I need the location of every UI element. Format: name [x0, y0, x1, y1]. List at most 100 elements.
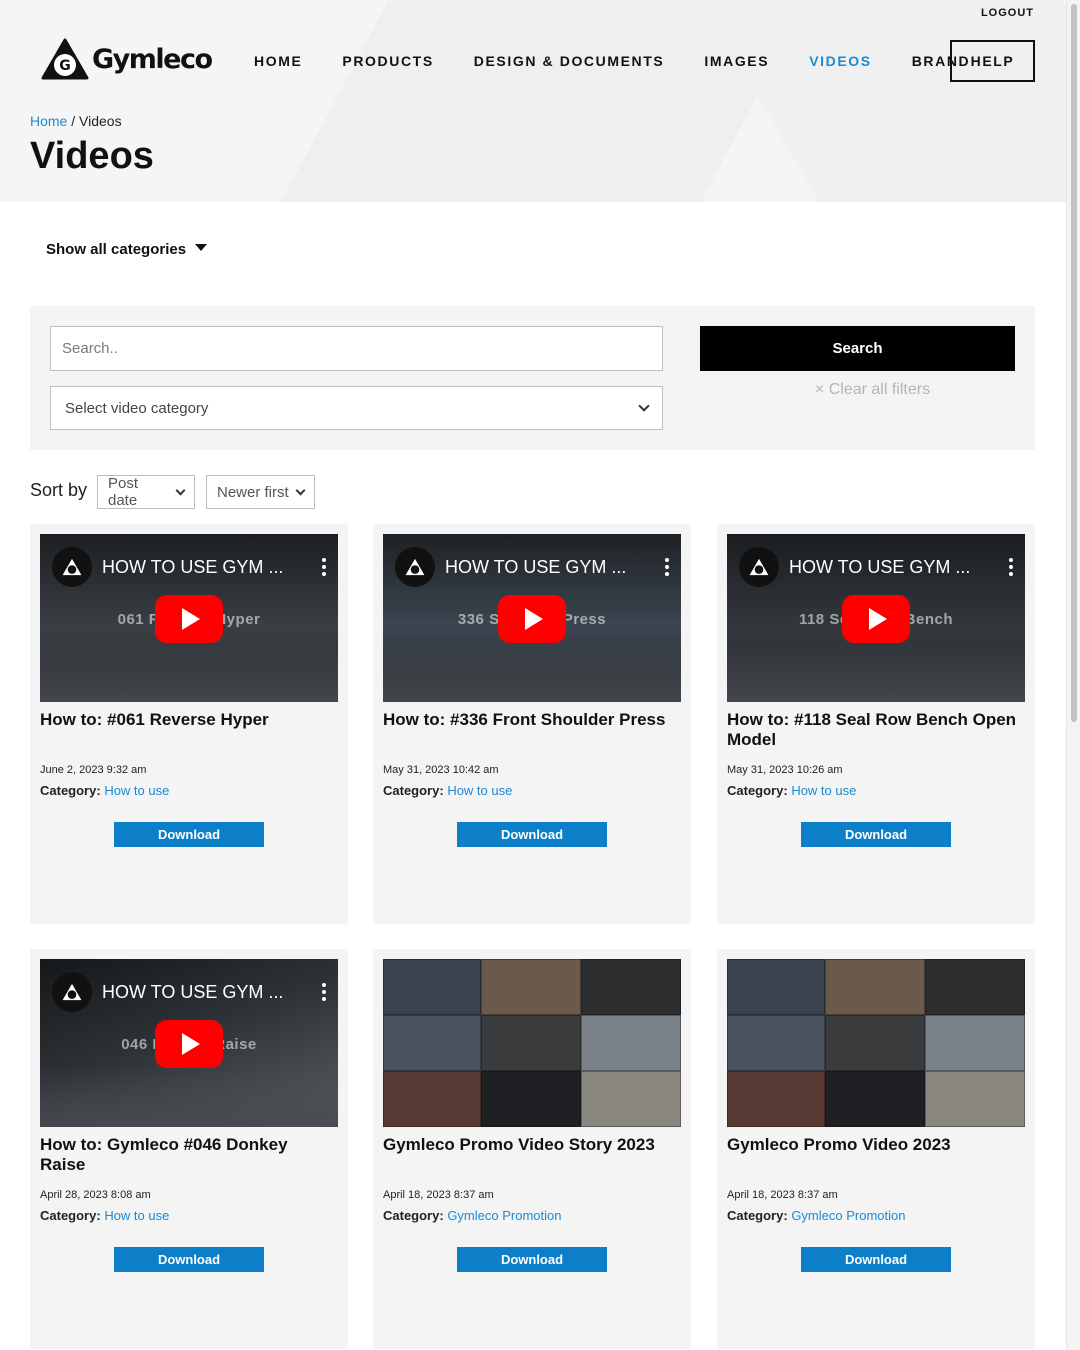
breadcrumb-current: Videos [79, 113, 122, 129]
card-title[interactable]: How to: #061 Reverse Hyper [40, 710, 335, 730]
video-thumbnail[interactable]: 061 Reverse Hyper HOW TO USE GYM ... [40, 534, 338, 702]
page-scrollbar[interactable] [1066, 0, 1080, 1350]
sort-order-value: Newer first [217, 483, 289, 501]
categories-toggle-label: Show all categories [46, 241, 187, 258]
thumbnail-collage [727, 959, 1025, 1127]
nav-design-documents[interactable]: DESIGN & DOCUMENTS [474, 53, 665, 69]
category-link[interactable]: How to use [791, 783, 856, 798]
categories-toggle[interactable]: Show all categories [46, 241, 208, 258]
download-button[interactable]: Download [801, 1247, 951, 1272]
card-category: Category: How to use [727, 783, 856, 798]
video-title-bar: HOW TO USE GYM ... [52, 972, 326, 1012]
channel-avatar[interactable] [739, 547, 779, 587]
download-button[interactable]: Download [457, 1247, 607, 1272]
download-button[interactable]: Download [457, 822, 607, 847]
breadcrumb-home-link[interactable]: Home [30, 113, 67, 129]
video-title-bar: HOW TO USE GYM ... [395, 547, 669, 587]
chevron-down-icon [295, 485, 306, 495]
youtube-play-icon[interactable] [155, 595, 223, 643]
video-card: Gymleco Promo Video 2023 April 18, 2023 … [717, 949, 1035, 1349]
card-category: Category: How to use [40, 783, 169, 798]
video-thumbnail[interactable] [727, 959, 1025, 1127]
card-date: April 28, 2023 8:08 am [40, 1189, 151, 1201]
video-category-select[interactable]: Select video category [50, 386, 663, 430]
thumbnail-floor [40, 1067, 338, 1127]
card-category: Category: Gymleco Promotion [727, 1208, 905, 1223]
logo-mark-icon: G [41, 38, 89, 80]
logout-link[interactable]: LOGOUT [981, 7, 1034, 19]
more-vert-icon[interactable] [322, 558, 326, 576]
category-link[interactable]: How to use [447, 783, 512, 798]
video-title-bar: HOW TO USE GYM ... [52, 547, 326, 587]
card-category: Category: How to use [383, 783, 512, 798]
category-link[interactable]: How to use [104, 783, 169, 798]
download-button[interactable]: Download [114, 822, 264, 847]
video-card: 336 Shoulder Press HOW TO USE GYM ... Ho… [373, 524, 691, 924]
card-title[interactable]: How to: Gymleco #046 Donkey Raise [40, 1135, 335, 1175]
svg-text:G: G [59, 58, 71, 74]
video-title-bar: HOW TO USE GYM ... [739, 547, 1013, 587]
category-label: Category: [383, 1208, 444, 1223]
more-vert-icon[interactable] [665, 558, 669, 576]
thumbnail-floor [383, 642, 681, 702]
sort-order-select[interactable]: Newer first [206, 475, 315, 509]
card-title[interactable]: Gymleco Promo Video 2023 [727, 1135, 1022, 1155]
search-input[interactable] [50, 326, 663, 371]
nav-home[interactable]: HOME [254, 53, 302, 69]
nav-products[interactable]: PRODUCTS [342, 53, 433, 69]
header-band [0, 0, 1066, 202]
chevron-down-icon [175, 485, 186, 495]
more-vert-icon[interactable] [1009, 558, 1013, 576]
search-button[interactable]: Search [700, 326, 1015, 371]
gymleco-logo[interactable]: G Gymleco [40, 38, 213, 80]
category-label: Category: [727, 1208, 788, 1223]
category-link[interactable]: Gymleco Promotion [447, 1208, 561, 1223]
category-label: Category: [40, 1208, 101, 1223]
sort-field-select[interactable]: Post date [97, 475, 195, 509]
thumbnail-floor [727, 642, 1025, 702]
video-thumbnail[interactable]: 046 Donkey Raise HOW TO USE GYM ... [40, 959, 338, 1127]
thumbnail-collage [383, 959, 681, 1127]
card-date: April 18, 2023 8:37 am [383, 1189, 494, 1201]
chevron-down-icon [638, 400, 650, 412]
card-title[interactable]: How to: #118 Seal Row Bench Open Model [727, 710, 1022, 750]
video-thumbnail[interactable]: 336 Shoulder Press HOW TO USE GYM ... [383, 534, 681, 702]
video-title[interactable]: HOW TO USE GYM ... [102, 982, 283, 1003]
video-title[interactable]: HOW TO USE GYM ... [102, 557, 283, 578]
logo-mark-icon [749, 558, 769, 576]
category-link[interactable]: Gymleco Promotion [791, 1208, 905, 1223]
card-date: April 18, 2023 8:37 am [727, 1189, 838, 1201]
youtube-play-icon[interactable] [498, 595, 566, 643]
download-button[interactable]: Download [801, 822, 951, 847]
card-title[interactable]: Gymleco Promo Video Story 2023 [383, 1135, 678, 1155]
youtube-play-icon[interactable] [842, 595, 910, 643]
video-thumbnail[interactable]: 118 Seal Row Bench HOW TO USE GYM ... [727, 534, 1025, 702]
video-title[interactable]: HOW TO USE GYM ... [789, 557, 970, 578]
main-nav: HOME PRODUCTS DESIGN & DOCUMENTS IMAGES … [254, 53, 1010, 69]
nav-videos[interactable]: VIDEOS [809, 53, 872, 69]
card-category: Category: Gymleco Promotion [383, 1208, 561, 1223]
caret-down-icon [195, 244, 208, 251]
youtube-play-icon[interactable] [155, 1020, 223, 1068]
clear-filters-link[interactable]: × Clear all filters [700, 381, 1045, 399]
video-card: 046 Donkey Raise HOW TO USE GYM ... How … [30, 949, 348, 1349]
more-vert-icon[interactable] [322, 983, 326, 1001]
category-label: Category: [727, 783, 788, 798]
card-title[interactable]: How to: #336 Front Shoulder Press [383, 710, 678, 730]
thumbnail-floor [40, 642, 338, 702]
sort-label: Sort by [30, 480, 88, 500]
channel-avatar[interactable] [52, 547, 92, 587]
nav-images[interactable]: IMAGES [704, 53, 769, 69]
scrollbar-thumb[interactable] [1071, 4, 1077, 722]
video-thumbnail[interactable] [383, 959, 681, 1127]
video-title[interactable]: HOW TO USE GYM ... [445, 557, 626, 578]
category-label: Category: [383, 783, 444, 798]
video-card: 061 Reverse Hyper HOW TO USE GYM ... How… [30, 524, 348, 924]
download-button[interactable]: Download [114, 1247, 264, 1272]
help-button[interactable]: HELP [950, 40, 1035, 82]
channel-avatar[interactable] [52, 972, 92, 1012]
card-date: May 31, 2023 10:26 am [727, 764, 843, 776]
channel-avatar[interactable] [395, 547, 435, 587]
card-category: Category: How to use [40, 1208, 169, 1223]
category-link[interactable]: How to use [104, 1208, 169, 1223]
